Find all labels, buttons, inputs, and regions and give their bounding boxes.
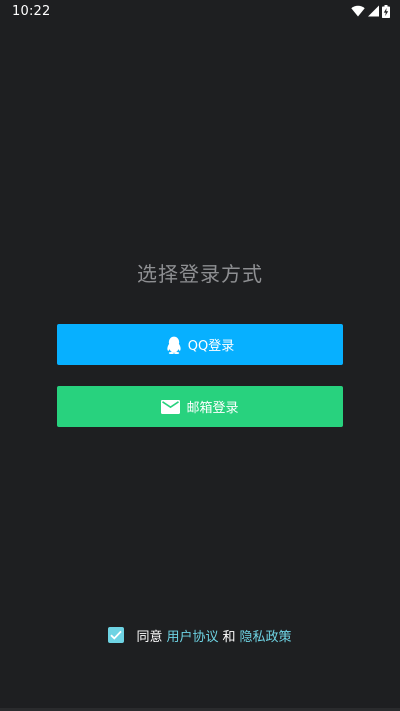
battery-charging-icon	[382, 4, 390, 18]
email-login-button[interactable]: 邮箱登录	[57, 386, 343, 427]
mail-icon	[161, 399, 181, 414]
checkmark-icon	[110, 630, 123, 640]
signal-icon	[368, 5, 379, 17]
status-time: 10:22	[12, 4, 51, 19]
user-agreement-link[interactable]: 用户协议	[166, 626, 218, 645]
privacy-policy-link[interactable]: 隐私政策	[240, 626, 292, 645]
conjunction-text: 和	[222, 629, 236, 645]
status-icons	[351, 4, 390, 18]
qq-login-button[interactable]: QQ登录	[57, 324, 343, 365]
agreement-row: 同意 用户协议 和 隐私政策	[0, 624, 400, 646]
status-bar: 10:22	[0, 0, 400, 24]
agree-prefix: 同意	[136, 629, 163, 645]
email-login-label: 邮箱登录	[186, 401, 239, 416]
qq-penguin-icon	[166, 336, 182, 354]
agreement-checkbox[interactable]	[108, 627, 125, 643]
wifi-icon	[351, 5, 365, 17]
page-title: 选择登录方式	[137, 262, 263, 286]
qq-login-label: QQ登录	[187, 339, 235, 354]
